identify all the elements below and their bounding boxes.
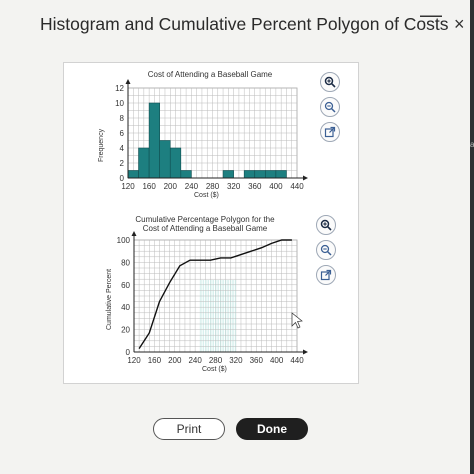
dialog-window: Histogram and Cumulative Percent Polygon…: [0, 0, 470, 474]
y-tick-label: 20: [121, 326, 130, 335]
x-tick-label: 280: [209, 356, 223, 365]
y-tick-label: 100: [117, 236, 131, 245]
open-external-icon[interactable]: [320, 122, 340, 142]
x-tick-label: 360: [250, 356, 264, 365]
x-tick-label: 120: [127, 356, 141, 365]
zoom-out-icon[interactable]: [320, 97, 340, 117]
offscreen-text-fragment: a: [470, 140, 474, 149]
x-tick-label: 320: [229, 356, 243, 365]
x-tick-label: 400: [270, 356, 284, 365]
x-tick-label: 160: [148, 356, 162, 365]
x-tick-label: 240: [188, 356, 202, 365]
x-tick-label: 200: [168, 356, 182, 365]
y-axis-arrow: [131, 231, 137, 236]
x-axis-arrow: [303, 349, 308, 355]
print-button[interactable]: Print: [153, 418, 225, 440]
zoom-in-icon[interactable]: [320, 72, 340, 92]
y-tick-label: 60: [121, 281, 130, 290]
y-tick-label: 80: [121, 258, 130, 267]
y-tick-label: 40: [121, 303, 130, 312]
x-tick-label: 440: [290, 356, 304, 365]
zoom-in-icon[interactable]: [316, 215, 336, 235]
done-button[interactable]: Done: [236, 418, 308, 440]
cumulative-polygon-chart: 020406080100120 160 200 240 280 320 360 400 440: [117, 231, 308, 365]
zoom-out-icon[interactable]: [316, 240, 336, 260]
open-external-icon[interactable]: [316, 265, 336, 285]
